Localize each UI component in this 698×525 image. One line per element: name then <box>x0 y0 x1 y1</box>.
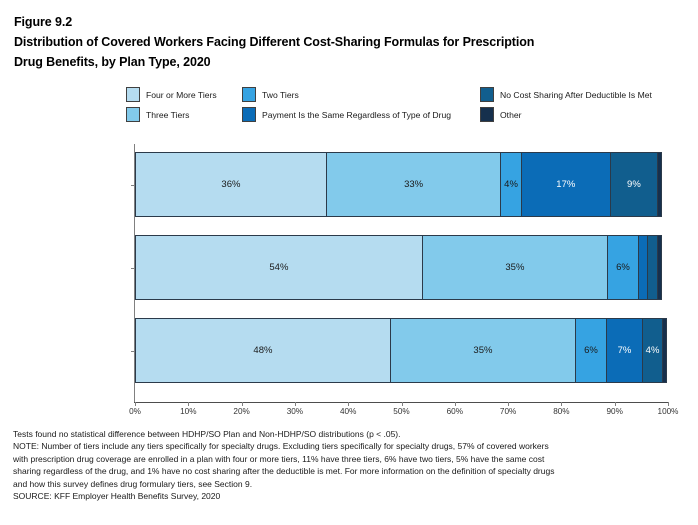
footnote-line: sharing regardless of the drug, and 1% h… <box>13 466 555 477</box>
x-axis-tick-mark <box>135 402 136 406</box>
bar-segment-value-label: 33% <box>404 179 424 190</box>
bar-segment-value-label: 6% <box>616 262 630 273</box>
bar-segment-value-label: 54% <box>269 262 289 273</box>
bar-segment[interactable]: 9% <box>609 152 658 217</box>
x-axis-tick-label: 90% <box>606 407 623 416</box>
bar-segment-value-label: 9% <box>627 179 641 190</box>
legend-item-label: Two Tiers <box>262 89 299 100</box>
bar-segment[interactable]: 6% <box>575 318 607 383</box>
legend-item[interactable]: Other <box>480 105 652 124</box>
legend-item-label: No Cost Sharing After Deductible Is Met <box>500 89 652 100</box>
legend-item-label: Three Tiers <box>146 109 190 120</box>
bar-segment[interactable]: 4% <box>641 318 664 383</box>
x-axis-tick-label: 10% <box>180 407 197 416</box>
x-axis-tick-mark <box>188 402 190 406</box>
x-axis-tick-mark <box>454 402 456 406</box>
legend-item-label: Payment Is the Same Regardless of Type o… <box>262 109 451 120</box>
legend-column: No Cost Sharing After Deductible Is Met O… <box>480 85 652 125</box>
bar-segment[interactable] <box>656 235 663 300</box>
bar-segment[interactable]: 7% <box>605 318 644 383</box>
footnote-line: SOURCE: KFF Employer Health Benefits Sur… <box>13 491 221 502</box>
bar-segment[interactable]: 33% <box>325 152 502 217</box>
legend-swatch-icon <box>480 107 494 122</box>
bar-segment-value-label: 4% <box>504 179 518 190</box>
x-axis-tick-mark <box>294 402 296 406</box>
x-axis-tick-label: 100% <box>657 407 679 416</box>
legend-item[interactable]: No Cost Sharing After Deductible Is Met <box>480 85 652 104</box>
x-axis-ticks: 0% 10% 20% 30% 40% 50% 60% 70% 80% 90% 100% <box>129 402 678 420</box>
bar-segment[interactable]: 35% <box>389 318 577 383</box>
bar-segment[interactable]: 17% <box>520 152 612 217</box>
x-axis-tick-label: 20% <box>233 407 250 416</box>
x-axis-tick-label: 60% <box>446 407 463 416</box>
bar-row: 36% 33% 4% 17% 9% <box>135 152 668 217</box>
x-axis-tick-label: 70% <box>499 407 517 416</box>
footnote-line: with prescription drug coverage are enro… <box>13 453 545 464</box>
bar-segment[interactable]: 54% <box>135 235 423 300</box>
x-axis-tick-mark <box>508 402 510 406</box>
footnote-line: and how this survey defines drug formula… <box>13 478 253 489</box>
x-axis-tick-label: 50% <box>393 407 410 416</box>
bar-segment-value-label: 35% <box>505 262 525 273</box>
bar-segment[interactable]: 6% <box>606 235 639 300</box>
x-axis-tick-mark <box>401 402 403 406</box>
legend-item[interactable]: Two Tiers <box>242 85 451 104</box>
x-axis-tick-mark <box>561 402 563 406</box>
legend-item-label: Four or More Tiers <box>146 89 217 100</box>
x-axis-tick-label: 0% <box>129 407 141 416</box>
legend-swatch-icon <box>242 107 256 122</box>
x-axis-tick-mark <box>668 402 669 406</box>
bar-segment[interactable]: 4% <box>500 152 522 217</box>
x-axis-tick-mark <box>348 402 350 406</box>
footnote-line: NOTE: Number of tiers include any tiers … <box>13 441 549 452</box>
bar-segment-value-label: 4% <box>645 345 660 356</box>
bar-segment-value-label: 48% <box>253 345 273 356</box>
x-axis-tick-label: 80% <box>553 407 570 416</box>
bar-segment-value-label: 17% <box>556 179 576 190</box>
bar-row: 48% 35% 6% 7% 4% <box>135 318 668 383</box>
chart-legend: Four or More Tiers Three Tiers Two Tiers Pa… <box>126 85 686 125</box>
legend-swatch-icon <box>242 87 256 102</box>
legend-column: Two Tiers Payment Is the Same Regardless … <box>242 85 451 125</box>
bar-segment-value-label: 6% <box>584 345 598 356</box>
bar-segment[interactable]: 48% <box>135 318 391 383</box>
bar-segment[interactable]: 36% <box>135 152 327 217</box>
x-axis-tick-label: 30% <box>286 407 304 416</box>
bar-segment-value-label: 36% <box>221 179 241 190</box>
bar-segment[interactable] <box>662 318 668 383</box>
bar-segment[interactable]: 35% <box>421 235 609 300</box>
footnote-line: Tests found no statistical difference be… <box>13 429 401 439</box>
legend-item[interactable]: Three Tiers <box>126 105 217 124</box>
bar-segment-value-label: 7% <box>617 345 632 356</box>
x-axis-tick-mark <box>241 402 243 406</box>
legend-item[interactable]: Four or More Tiers <box>126 85 217 104</box>
x-axis-tick-label: 40% <box>339 407 357 416</box>
chart-plot-area: 36% 33% 4% 17% 9% 54% 35% 6% 48% 35% 6% 7% 4% <box>135 147 668 400</box>
bar-row: 54% 35% 6% <box>135 235 668 300</box>
legend-item[interactable]: Payment Is the Same Regardless of Type o… <box>242 105 451 124</box>
bar-segment-value-label: 35% <box>473 345 493 356</box>
legend-column: Four or More Tiers Three Tiers <box>126 85 217 125</box>
legend-item-label: Other <box>500 109 522 120</box>
footnotes: Tests found no statistical difference be… <box>13 428 689 502</box>
legend-swatch-icon <box>480 87 494 102</box>
x-axis-tick-mark <box>614 402 616 406</box>
bar-segment[interactable] <box>656 152 663 217</box>
